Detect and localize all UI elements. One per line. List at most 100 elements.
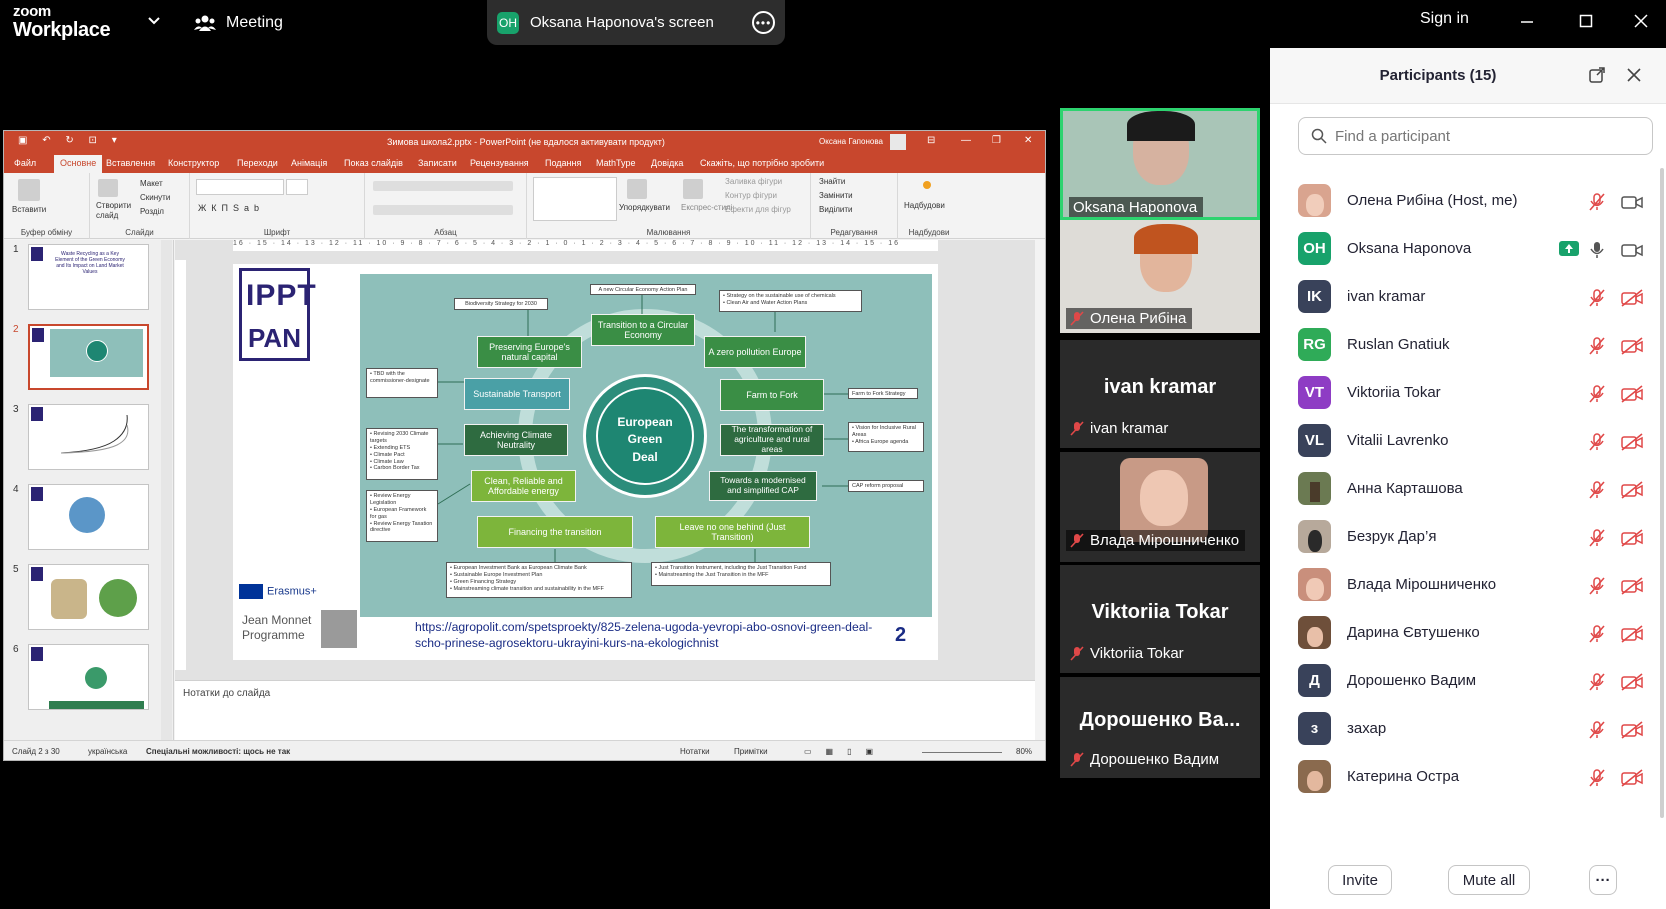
language-status[interactable]: українська xyxy=(88,747,127,756)
tab-view[interactable]: Подання xyxy=(545,158,581,168)
tab-home[interactable]: Основне xyxy=(54,155,103,173)
video-tile-ivan[interactable]: ivan kramar ivan kramar xyxy=(1060,340,1260,448)
mic-muted-icon[interactable] xyxy=(1587,480,1607,500)
new-slide-label[interactable]: Створити слайд xyxy=(96,201,136,220)
participant-row[interactable]: Олена Рибіна (Host, me) xyxy=(1270,176,1666,227)
tab-animations[interactable]: Анімація xyxy=(291,158,327,168)
participant-row[interactable]: RG Ruslan Gnatiuk xyxy=(1270,320,1666,371)
tab-slideshow[interactable]: Показ слайдів xyxy=(344,158,403,168)
maximize-button[interactable] xyxy=(1571,8,1601,34)
arrange-icon[interactable] xyxy=(627,179,647,199)
minimize-button[interactable] xyxy=(1512,8,1542,34)
replace-button[interactable]: Замінити xyxy=(819,191,853,200)
mic-muted-icon[interactable] xyxy=(1587,336,1607,356)
mic-on-icon[interactable] xyxy=(1587,240,1607,260)
shapes-gallery[interactable] xyxy=(533,177,617,221)
tab-review[interactable]: Рецензування xyxy=(470,158,529,168)
new-slide-icon[interactable] xyxy=(98,179,118,197)
ppt-minimize-icon[interactable]: — xyxy=(961,135,971,146)
tab-file[interactable]: Файл xyxy=(14,158,36,168)
paste-label[interactable]: Вставити xyxy=(12,205,46,214)
mute-all-button[interactable]: Mute all xyxy=(1448,865,1530,895)
tab-record[interactable]: Записати xyxy=(418,158,457,168)
participant-search[interactable] xyxy=(1298,117,1653,155)
font-format-buttons[interactable]: ЖКПSab xyxy=(198,203,264,213)
zoom-logo[interactable]: zoom Workplace xyxy=(13,4,111,40)
participant-row[interactable]: Д Дорошенко Вадим xyxy=(1270,656,1666,707)
participant-row[interactable]: VL Vitalii Lavrenko xyxy=(1270,416,1666,467)
close-panel-icon[interactable] xyxy=(1626,67,1642,83)
addins-button[interactable]: Надбудови xyxy=(904,201,945,210)
video-tile-vlada[interactable]: Влада Мірошниченко xyxy=(1060,452,1260,562)
video-tile-doroshenko[interactable]: Дорошенко Ва... Дорошенко Вадим xyxy=(1060,677,1260,778)
slide-thumb-5[interactable] xyxy=(28,564,149,630)
video-tile-olena[interactable]: Олена Рибіна xyxy=(1060,220,1260,333)
mic-muted-icon[interactable] xyxy=(1587,720,1607,740)
font-size-field[interactable] xyxy=(286,179,308,195)
video-off-icon[interactable] xyxy=(1620,480,1644,500)
arrange-label[interactable]: Упорядкувати xyxy=(619,203,670,212)
notes-pane[interactable]: Нотатки до слайда xyxy=(175,680,1035,740)
participant-row[interactable]: з захар xyxy=(1270,704,1666,755)
source-url[interactable]: https://agropolit.com/spetsproekty/825-z… xyxy=(415,620,875,652)
zoom-level[interactable]: 80% xyxy=(1016,747,1032,756)
quick-styles-icon[interactable] xyxy=(683,179,703,199)
select-button[interactable]: Виділити xyxy=(819,205,853,214)
sign-in-link[interactable]: Sign in xyxy=(1420,10,1469,28)
mic-muted-icon[interactable] xyxy=(1587,432,1607,452)
slide-thumb-4[interactable] xyxy=(28,484,149,550)
mic-muted-icon[interactable] xyxy=(1587,672,1607,692)
participant-row[interactable]: VT Viktoriia Tokar xyxy=(1270,368,1666,419)
notes-toggle[interactable]: Нотатки xyxy=(680,747,710,756)
section-button[interactable]: Розділ xyxy=(140,207,164,216)
tab-design[interactable]: Конструктор xyxy=(168,158,219,168)
font-name-field[interactable] xyxy=(196,179,284,195)
shape-fill-button[interactable]: Заливка фігури xyxy=(725,177,782,186)
video-off-icon[interactable] xyxy=(1620,624,1644,644)
slide-thumb-1[interactable]: Waste Recycling as a Key Element of the … xyxy=(28,244,149,310)
mic-muted-icon[interactable] xyxy=(1587,288,1607,308)
thumbnails-scrollbar[interactable] xyxy=(161,240,172,740)
ppt-close-icon[interactable]: ✕ xyxy=(1024,135,1032,146)
mic-muted-icon[interactable] xyxy=(1587,384,1607,404)
find-button[interactable]: Знайти xyxy=(819,177,845,186)
paste-icon[interactable] xyxy=(18,179,40,201)
reset-button[interactable]: Скинути xyxy=(140,193,170,202)
view-buttons[interactable]: ▭▦▯▣ xyxy=(804,747,887,756)
zoom-slider[interactable] xyxy=(922,752,1002,753)
video-tile-oksana[interactable]: Oksana Haponova xyxy=(1060,108,1260,220)
close-window-button[interactable] xyxy=(1626,8,1656,34)
comments-toggle[interactable]: Примітки xyxy=(734,747,768,756)
invite-button[interactable]: Invite xyxy=(1328,865,1392,895)
video-off-icon[interactable] xyxy=(1620,528,1644,548)
current-slide[interactable]: IPPT PAN A new Circular Economy Action P… xyxy=(233,264,938,660)
more-options-icon[interactable]: ••• xyxy=(752,11,775,34)
video-off-icon[interactable] xyxy=(1620,384,1644,404)
video-off-icon[interactable] xyxy=(1620,336,1644,356)
tell-me-search[interactable]: Скажіть, що потрібно зробити xyxy=(700,158,824,168)
ribbon-display-icon[interactable]: ⊟ xyxy=(927,135,935,146)
video-on-icon[interactable] xyxy=(1620,192,1644,212)
alignment-buttons[interactable] xyxy=(373,205,513,215)
video-off-icon[interactable] xyxy=(1620,768,1644,788)
search-input[interactable] xyxy=(1335,127,1635,145)
video-off-icon[interactable] xyxy=(1620,672,1644,692)
slide-thumb-2[interactable] xyxy=(28,324,149,390)
screen-share-pill[interactable]: OH Oksana Haponova's screen ••• xyxy=(487,0,785,45)
video-tile-viktoriia[interactable]: Viktoriia Tokar Viktoriia Tokar xyxy=(1060,565,1260,673)
participants-scrollbar[interactable] xyxy=(1660,168,1664,818)
participant-row[interactable]: Влада Мірошниченко xyxy=(1270,560,1666,611)
participant-row[interactable]: Безрук Дар’я xyxy=(1270,512,1666,563)
video-off-icon[interactable] xyxy=(1620,288,1644,308)
slide-thumb-6[interactable] xyxy=(28,644,149,710)
slide-thumb-3[interactable] xyxy=(28,404,149,470)
addins-icon[interactable] xyxy=(923,181,931,189)
tab-transitions[interactable]: Переходи xyxy=(237,158,278,168)
mic-muted-icon[interactable] xyxy=(1587,768,1607,788)
mic-muted-icon[interactable] xyxy=(1587,576,1607,596)
tab-mathtype[interactable]: MathType xyxy=(596,158,636,168)
accessibility-status[interactable]: Спеціальні можливості: щось не так xyxy=(146,747,290,756)
video-off-icon[interactable] xyxy=(1620,432,1644,452)
chevron-down-icon[interactable] xyxy=(146,12,162,28)
shape-outline-button[interactable]: Контур фігури xyxy=(725,191,777,200)
